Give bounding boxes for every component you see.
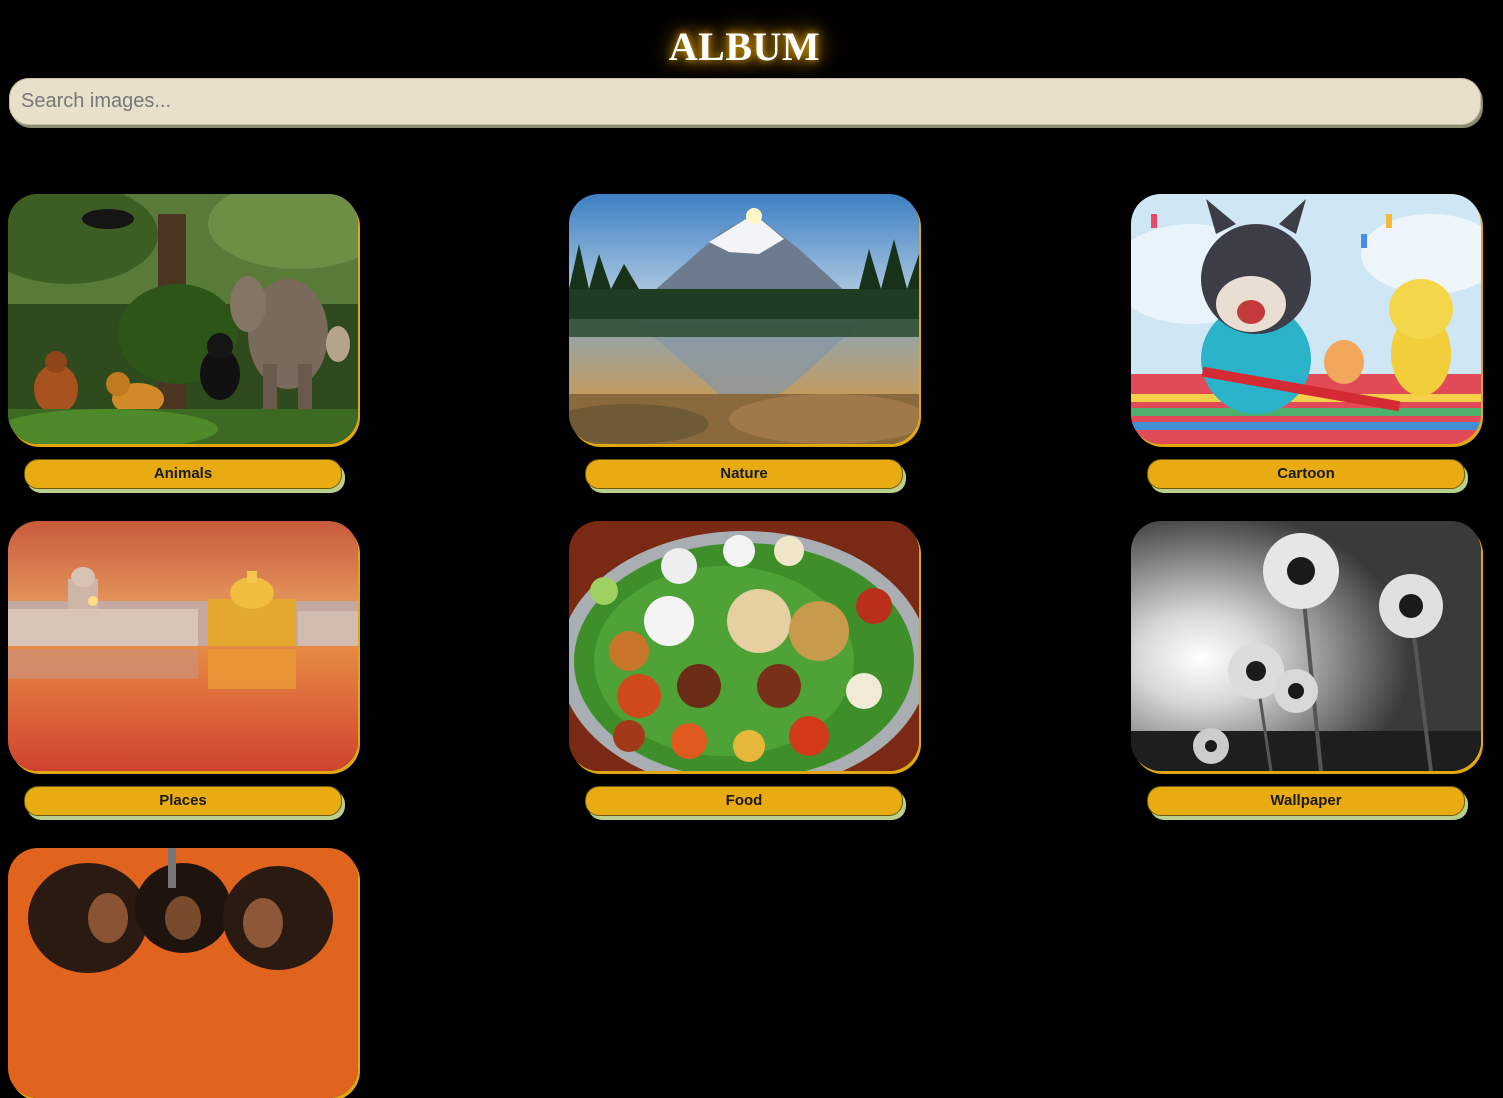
cartoon-race-image[interactable] — [1131, 194, 1481, 444]
three-women-image[interactable] — [8, 848, 358, 1098]
category-button-food[interactable]: Food — [585, 786, 903, 816]
category-button-wallpaper[interactable]: Wallpaper — [1147, 786, 1465, 816]
bw-flowers-image[interactable] — [1131, 521, 1481, 771]
search-input[interactable] — [9, 78, 1481, 125]
mountain-lake-image[interactable] — [569, 194, 919, 444]
thali-platter-image[interactable] — [569, 521, 919, 771]
category-button-cartoon[interactable]: Cartoon — [1147, 459, 1465, 489]
page-title: ALBUM — [668, 24, 821, 69]
category-button-places[interactable]: Places — [24, 786, 342, 816]
search-bar[interactable] — [9, 78, 1481, 125]
animals-jungle-image[interactable] — [8, 194, 358, 444]
golden-temple-image[interactable] — [8, 521, 358, 771]
category-button-nature[interactable]: Nature — [585, 459, 903, 489]
category-button-animals[interactable]: Animals — [24, 459, 342, 489]
